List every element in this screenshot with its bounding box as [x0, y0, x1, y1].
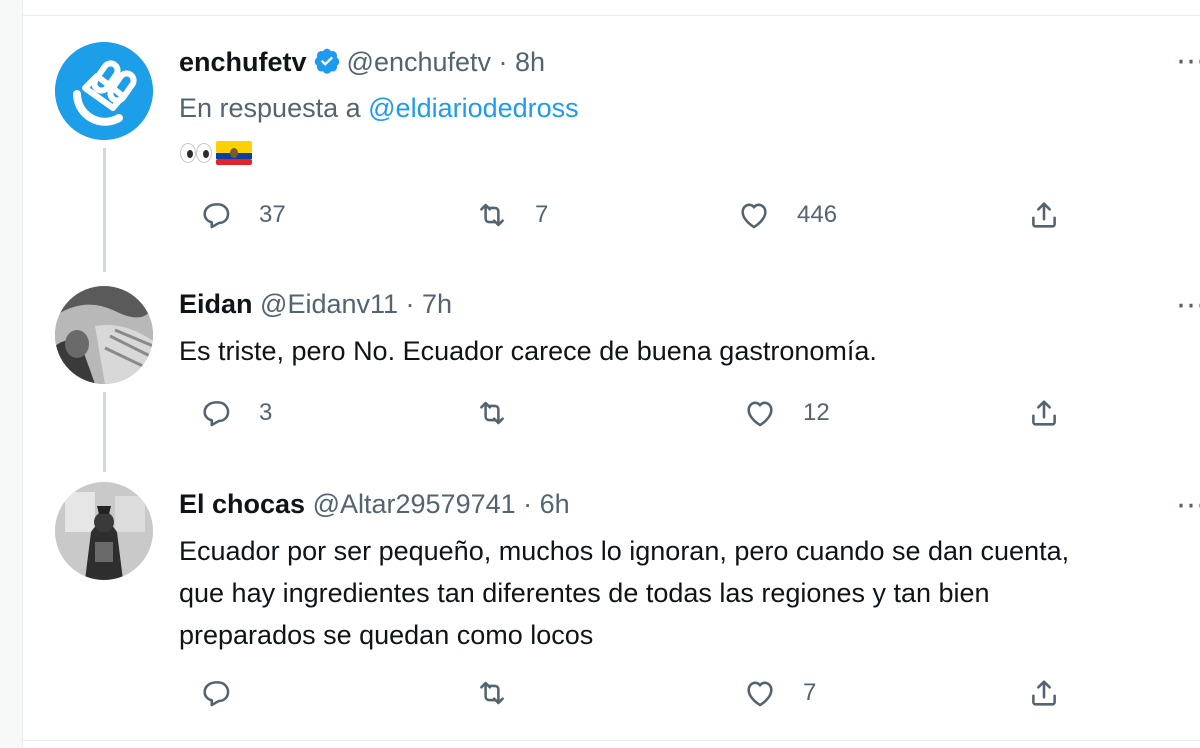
eyes-emoji-icon	[180, 143, 212, 163]
tweet-header: enchufetv @enchufetv · 8h	[179, 46, 545, 82]
like-count: 446	[797, 201, 838, 228]
avatar[interactable]	[55, 286, 153, 384]
reply-button[interactable]: 37	[199, 198, 286, 232]
reply-context: En respuesta a @eldiariodedross	[179, 92, 579, 124]
reply-handle-link[interactable]: @eldiariodedross	[368, 93, 579, 123]
tweet-text: Es triste, pero No. Ecuador carece de bu…	[179, 336, 877, 366]
verified-icon	[313, 47, 341, 82]
retweet-icon	[480, 681, 504, 705]
share-button[interactable]	[1027, 198, 1061, 232]
reply-icon	[203, 203, 230, 229]
tweet-el-chocas[interactable]: El chocas @Altar29579741 · 6h ⋯ Ecuador …	[23, 470, 1200, 740]
avatar-photo-icon	[55, 482, 153, 580]
reply-prefix: En respuesta a	[179, 93, 361, 123]
tweet-text-line: preparados se quedan como locos	[179, 620, 594, 650]
tweet-actions: 7	[179, 676, 1059, 716]
tweet-actions: 3 12	[179, 396, 1059, 436]
ecuador-flag-icon	[216, 141, 252, 165]
share-button[interactable]	[1027, 396, 1061, 430]
tweet-time[interactable]: · 8h	[499, 47, 546, 77]
retweet-icon	[480, 203, 504, 227]
retweet-icon	[480, 401, 504, 425]
tweet-text-line: Ecuador por ser pequeño, muchos lo ignor…	[179, 536, 1070, 566]
like-count: 12	[803, 399, 830, 426]
thread-line	[103, 392, 106, 472]
avatar[interactable]	[55, 482, 153, 580]
share-icon	[1032, 400, 1056, 426]
reply-icon	[203, 681, 230, 707]
tweet-enchufetv[interactable]: enchufetv @enchufetv · 8h ⋯ En respuesta …	[23, 0, 1200, 272]
author-name[interactable]: enchufetv	[179, 47, 307, 77]
reply-icon	[203, 401, 230, 427]
tweet-time[interactable]: · 6h	[523, 489, 570, 519]
more-icon[interactable]: ⋯	[1176, 291, 1200, 321]
avatar-photo-icon	[55, 286, 153, 384]
avatar[interactable]	[55, 42, 153, 140]
share-button[interactable]	[1027, 676, 1061, 710]
tweet-text-line: que hay ingredientes tan diferentes de t…	[179, 578, 990, 608]
tweet-text: Ecuador por ser pequeño, muchos lo ignor…	[179, 530, 1189, 656]
more-icon[interactable]: ⋯	[1176, 491, 1200, 521]
author-name[interactable]: El chocas	[179, 489, 305, 519]
tweet-eidan[interactable]: Eidan @Eidanv11 · 7h ⋯ Es triste, pero N…	[23, 270, 1200, 472]
reply-count: 3	[259, 399, 273, 426]
retweet-button[interactable]	[475, 396, 509, 430]
reply-count: 37	[259, 201, 286, 228]
retweet-count: 7	[535, 201, 549, 228]
share-icon	[1032, 202, 1056, 228]
retweet-button[interactable]	[475, 676, 509, 710]
like-button[interactable]: 446	[737, 198, 837, 232]
more-icon[interactable]: ⋯	[1176, 47, 1200, 77]
thread-line	[103, 148, 106, 272]
like-icon	[741, 203, 767, 229]
share-icon	[1032, 680, 1056, 706]
like-button[interactable]: 7	[743, 676, 816, 710]
timeline-panel: enchufetv @enchufetv · 8h ⋯ En respuesta …	[22, 0, 1200, 748]
tweet-text	[179, 138, 253, 168]
like-count: 7	[803, 679, 817, 706]
like-icon	[747, 681, 773, 707]
like-icon	[747, 401, 773, 427]
like-button[interactable]: 12	[743, 396, 830, 430]
author-handle[interactable]: @Eidanv11	[260, 289, 398, 319]
tweet-header: El chocas @Altar29579741 · 6h	[179, 488, 570, 520]
enchufetv-logo-icon	[55, 42, 153, 140]
author-handle[interactable]: @enchufetv	[347, 47, 492, 77]
tweet-header: Eidan @Eidanv11 · 7h	[179, 288, 452, 320]
tweet-actions: 37 7 446	[179, 198, 1059, 238]
divider	[23, 740, 1200, 741]
author-handle[interactable]: @Altar29579741	[313, 489, 516, 519]
reply-button[interactable]	[199, 676, 233, 710]
retweet-button[interactable]: 7	[475, 198, 548, 232]
tweet-time[interactable]: · 7h	[406, 289, 453, 319]
author-name[interactable]: Eidan	[179, 289, 253, 319]
reply-button[interactable]: 3	[199, 396, 272, 430]
